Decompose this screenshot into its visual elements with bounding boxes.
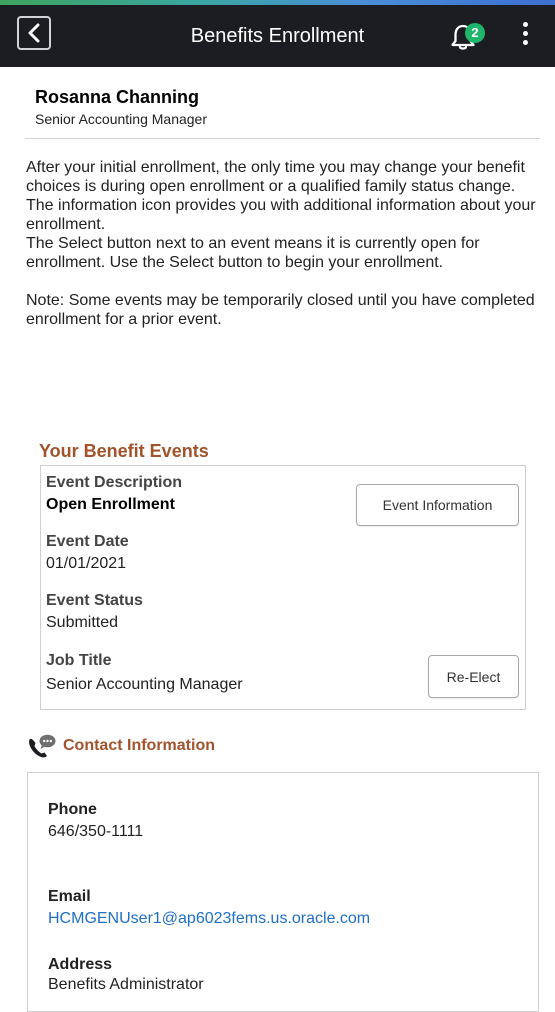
address-label: Address: [48, 956, 113, 973]
phone-label: Phone: [48, 801, 97, 818]
contact-information-title: Contact Information: [63, 737, 215, 754]
job-title-value: Senior Accounting Manager: [46, 676, 243, 693]
intro-note: Note: Some events may be temporarily clo…: [26, 292, 535, 328]
phone-value: 646/350-1111: [48, 823, 144, 840]
person-name: Rosanna Channing: [35, 87, 200, 107]
person-header: Rosanna Channing Senior Accounting Manag…: [35, 86, 540, 128]
job-title-label: Job Title: [46, 652, 112, 669]
email-link[interactable]: HCMGENUser1@ap6023fems.us.oracle.com: [48, 909, 370, 929]
top-accent-stripe: [0, 0, 555, 5]
benefit-events-heading: Your Benefit Events: [39, 441, 209, 461]
event-description-value: Open Enrollment: [46, 496, 175, 513]
re-elect-button[interactable]: Re-Elect: [428, 655, 519, 698]
event-date-value: 01/01/2021: [46, 555, 127, 572]
address-value: Benefits Administrator: [48, 976, 204, 993]
event-status-value: Submitted: [46, 614, 119, 631]
event-date-label: Event Date: [46, 533, 129, 550]
intro-line: The information icon provides you with a…: [26, 197, 536, 233]
event-status-label: Event Status: [46, 592, 143, 609]
more-options-icon[interactable]: [519, 20, 531, 48]
person-job-title: Senior Accounting Manager: [35, 111, 207, 127]
top-bar: Benefits Enrollment 2: [0, 0, 555, 67]
intro-line: After your initial enrollment, the only …: [26, 159, 525, 195]
event-information-button[interactable]: Event Information: [356, 484, 519, 526]
divider: [25, 138, 540, 139]
contact-information-heading: Contact Information: [25, 733, 215, 759]
phone-chat-icon: [29, 734, 56, 758]
intro-text: After your initial enrollment, the only …: [26, 158, 541, 329]
notification-count-badge: 2: [465, 23, 485, 43]
email-label: Email: [48, 888, 91, 905]
event-description-label: Event Description: [46, 474, 183, 491]
intro-line: The Select button next to an event means…: [26, 235, 480, 271]
